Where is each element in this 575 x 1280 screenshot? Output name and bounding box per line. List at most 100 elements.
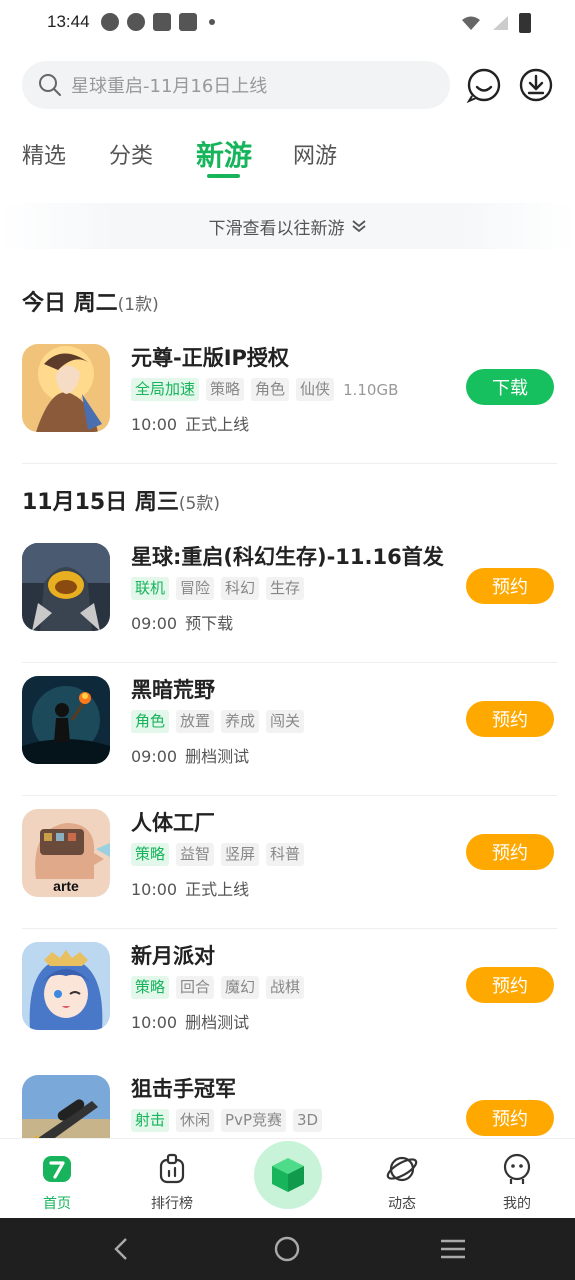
- section-count: (5款): [178, 494, 220, 514]
- tab-featured[interactable]: 精选: [22, 138, 66, 170]
- chat-icon[interactable]: [466, 67, 502, 103]
- search-icon: [39, 74, 61, 96]
- release-info: 10:00 正式上线: [131, 876, 257, 900]
- tag: PvP竞赛: [221, 1109, 286, 1132]
- reserve-button[interactable]: 预约: [466, 568, 554, 604]
- tag: 科幻: [221, 577, 260, 600]
- game-row[interactable]: 黑暗荒野 角色 放置 养成 闯关 09:00 删档测试 预约: [0, 664, 575, 796]
- notification-icons: [101, 13, 215, 31]
- reserve-button[interactable]: 预约: [466, 834, 554, 870]
- release-status: 预下载: [185, 614, 234, 633]
- tag: 角色: [131, 710, 170, 733]
- ranking-icon: [159, 1153, 185, 1184]
- game-cube-icon: [272, 1158, 304, 1192]
- tag: 策略: [131, 843, 170, 866]
- tag: 益智: [176, 843, 215, 866]
- divider: [22, 463, 557, 464]
- tag: 竖屏: [221, 843, 260, 866]
- reserve-button[interactable]: 预约: [466, 701, 554, 737]
- tag: 冒险: [176, 577, 215, 600]
- status-bar: 13:44: [0, 0, 575, 48]
- tag: 3D: [293, 1109, 323, 1132]
- hint-text: 下滑查看以往新游: [208, 218, 345, 239]
- reserve-button[interactable]: 预约: [466, 967, 554, 1003]
- game-icon-yuanzun: [22, 344, 110, 432]
- recent-apps-icon[interactable]: [439, 1238, 467, 1260]
- tag: 生存: [266, 577, 305, 600]
- tab-category[interactable]: 分类: [109, 138, 153, 170]
- game-name: 人体工厂: [131, 811, 215, 835]
- nav-profile[interactable]: 我的: [477, 1153, 557, 1213]
- release-info: 09:00 预下载: [131, 610, 241, 634]
- system-navigation-bar: [0, 1218, 575, 1280]
- nav-home[interactable]: 首页: [17, 1153, 97, 1213]
- release-status: 正式上线: [185, 880, 250, 899]
- game-tags: 策略 回合 魔幻 战棋: [131, 976, 305, 999]
- game-tags: 全局加速 策略 角色 仙侠 1.10GB: [131, 378, 398, 401]
- system-icons: [461, 13, 531, 33]
- divider: [22, 928, 557, 929]
- release-time: 10:00: [131, 1013, 178, 1032]
- game-tags: 联机 冒险 科幻 生存: [131, 577, 305, 600]
- release-time: 09:00: [131, 614, 178, 633]
- nav-activity[interactable]: 动态: [362, 1153, 442, 1213]
- release-status: 删档测试: [185, 1013, 250, 1032]
- game-name: 星球:重启(科幻生存)-11.16首发: [131, 545, 444, 569]
- game-size: 1.10GB: [343, 380, 399, 399]
- tag: 休闲: [176, 1109, 215, 1132]
- game-tags: 角色 放置 养成 闯关: [131, 710, 305, 733]
- tag: 仙侠: [296, 378, 335, 401]
- section-title-nov15: 11月15日 周三(5款): [22, 490, 220, 515]
- home-circle-icon[interactable]: [274, 1236, 300, 1262]
- tab-indicator: [207, 174, 240, 178]
- scroll-history-hint[interactable]: 下滑查看以往新游: [0, 203, 575, 249]
- game-row[interactable]: 元尊-正版IP授权 全局加速 策略 角色 仙侠 1.10GB 10:00 正式上线…: [0, 332, 575, 464]
- release-status: 删档测试: [185, 747, 250, 766]
- nav-ranking[interactable]: 排行榜: [132, 1153, 212, 1213]
- info-icon: [127, 13, 145, 31]
- tag: 射击: [131, 1109, 170, 1132]
- home-icon: [43, 1156, 71, 1182]
- tag: 角色: [251, 378, 290, 401]
- download-manager-icon[interactable]: [518, 67, 554, 103]
- release-time: 10:00: [131, 415, 178, 434]
- reserve-button[interactable]: 预约: [466, 1100, 554, 1136]
- tab-online-games[interactable]: 网游: [293, 138, 337, 170]
- nav-label: 首页: [43, 1196, 71, 1212]
- release-info: 10:00 正式上线: [131, 411, 257, 435]
- battery-icon: [519, 13, 531, 33]
- tag: 策略: [131, 976, 170, 999]
- release-info: 09:00 删档测试: [131, 743, 257, 767]
- game-row[interactable]: 新月派对 策略 回合 魔幻 战棋 10:00 删档测试 预约: [0, 930, 575, 1062]
- planet-icon: [386, 1156, 418, 1182]
- tag: 联机: [131, 577, 170, 600]
- download-button[interactable]: 下载: [466, 369, 554, 405]
- signal-icon: [493, 16, 508, 30]
- shop-icon-2: [179, 13, 197, 31]
- game-tags: 射击 休闲 PvP竞赛 3D: [131, 1109, 323, 1132]
- profile-icon: [503, 1153, 531, 1184]
- game-icon-planet-restart: [22, 543, 110, 631]
- divider: [22, 795, 557, 796]
- tag: 全局加速: [131, 378, 200, 401]
- divider: [22, 662, 557, 663]
- speed-icon: [101, 13, 119, 31]
- nav-label: 排行榜: [151, 1196, 193, 1212]
- status-time: 13:44: [47, 12, 90, 31]
- shop-icon: [153, 13, 171, 31]
- search-input[interactable]: 星球重启-11月16日上线: [22, 61, 450, 109]
- game-name: 元尊-正版IP授权: [131, 346, 289, 370]
- game-row[interactable]: arte 人体工厂 策略 益智 竖屏 科普 10:00 正式上线 预约: [0, 797, 575, 929]
- tab-new-games[interactable]: 新游: [196, 134, 252, 174]
- release-status: 正式上线: [185, 415, 250, 434]
- tag: 闯关: [266, 710, 305, 733]
- game-row[interactable]: 星球:重启(科幻生存)-11.16首发 联机 冒险 科幻 生存 09:00 预下载…: [0, 531, 575, 663]
- search-placeholder: 星球重启-11月16日上线: [71, 76, 268, 97]
- game-name: 狙击手冠军: [131, 1077, 236, 1101]
- more-dot-icon: [209, 19, 215, 25]
- tag: 养成: [221, 710, 260, 733]
- back-icon[interactable]: [110, 1237, 134, 1261]
- release-info: 10:00 删档测试: [131, 1009, 257, 1033]
- tag: 战棋: [266, 976, 305, 999]
- nav-game-center[interactable]: [254, 1141, 322, 1209]
